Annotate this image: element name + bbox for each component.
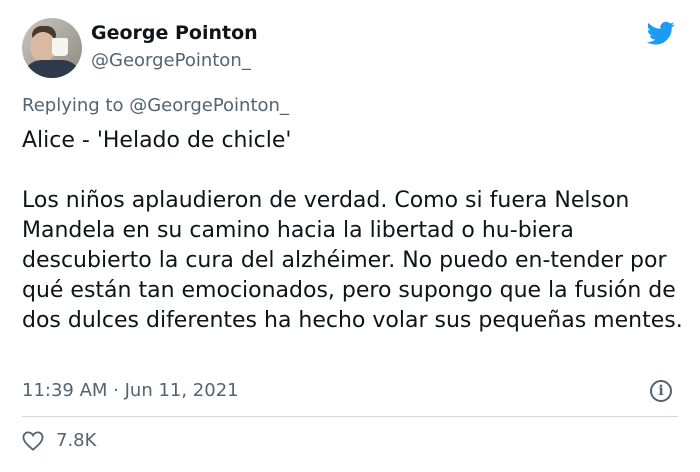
heart-icon[interactable]: [22, 430, 44, 451]
avatar[interactable]: [22, 18, 82, 78]
divider: [22, 416, 678, 417]
tweet-timestamp[interactable]: 11:39 AM · Jun 11, 2021: [22, 380, 239, 401]
info-icon[interactable]: i: [650, 380, 672, 402]
replying-to: Replying to @GeorgePointon_: [22, 95, 289, 116]
author-handle[interactable]: @GeorgePointon_: [91, 50, 251, 71]
replying-prefix: Replying to: [22, 95, 130, 116]
avatar-cup: [52, 38, 68, 56]
twitter-bird-icon[interactable]: [645, 19, 677, 47]
avatar-shirt: [22, 60, 82, 78]
tweet-text: Alice - 'Helado de chicle' Los niños apl…: [22, 128, 683, 333]
like-count: 7.8K: [56, 430, 97, 451]
author-name[interactable]: George Pointon: [91, 22, 258, 44]
replying-mention-link[interactable]: @GeorgePointon_: [129, 95, 289, 116]
like-action[interactable]: 7.8K: [22, 430, 96, 451]
